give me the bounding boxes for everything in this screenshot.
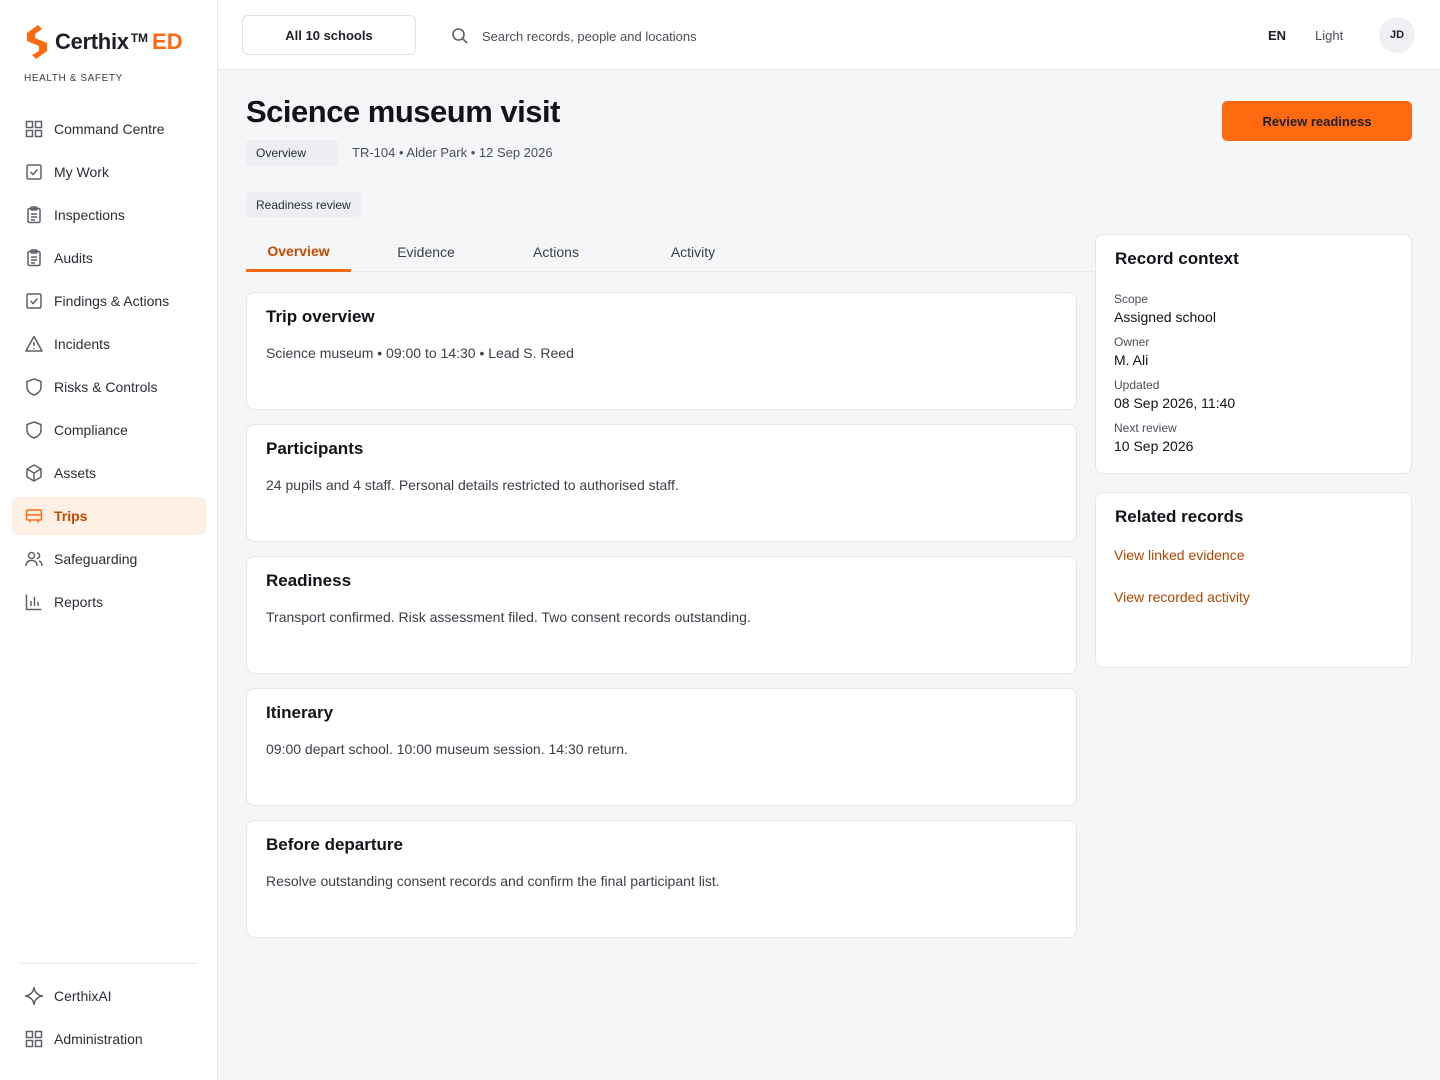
sidebar-item-label: Safeguarding (54, 551, 138, 567)
readiness-card: Readiness Transport confirmed. Risk asse… (246, 556, 1077, 674)
sidebar-item-label: Inspections (54, 207, 125, 223)
sidebar-item-risks-controls[interactable]: Risks & Controls (12, 368, 206, 406)
tab-overview[interactable]: Overview (246, 232, 351, 272)
card-title: Readiness (266, 571, 352, 590)
itinerary-card: Itinerary 09:00 depart school. 10:00 mus… (246, 688, 1077, 806)
clipboard-icon (27, 206, 41, 224)
search-icon (452, 28, 468, 44)
tab-activity[interactable]: Activity (651, 232, 735, 272)
tab-evidence[interactable]: Evidence (381, 232, 471, 272)
sidebar-item-administration[interactable]: Administration (12, 1020, 206, 1058)
context-value-scope: Assigned school (1114, 309, 1216, 325)
clipboard-icon (27, 249, 41, 267)
sidebar-item-label: Incidents (54, 336, 111, 352)
sidebar-item-safeguarding[interactable]: Safeguarding (12, 540, 206, 578)
global-search (450, 22, 850, 50)
users-icon (25, 551, 43, 567)
checkbox-icon (26, 164, 42, 180)
sidebar-item-label: Administration (54, 1031, 143, 1047)
sidebar-item-label: Risks & Controls (54, 379, 158, 395)
context-value-updated: 08 Sep 2026, 11:40 (1114, 395, 1236, 411)
avatar[interactable]: JD (1379, 17, 1415, 53)
sidebar-nav: Command Centre My Work Inspections Audit… (12, 110, 206, 626)
sidebar-item-assets[interactable]: Assets (12, 454, 206, 492)
record-context-panel: Record context Scope Assigned school Own… (1095, 234, 1412, 474)
card-body: Transport confirmed. Risk assessment fil… (266, 609, 751, 625)
record-tabs: Overview Evidence Actions Activity (246, 232, 1094, 272)
card-title: Trip overview (266, 307, 375, 326)
sidebar-item-label: Findings & Actions (54, 293, 170, 309)
record-meta: TR-104 • Alder Park • 12 Sep 2026 (352, 145, 553, 160)
search-input[interactable] (482, 28, 842, 44)
tab-actions[interactable]: Actions (516, 232, 596, 272)
before-departure-card: Before departure Resolve outstanding con… (246, 820, 1077, 938)
sidebar-item-incidents[interactable]: Incidents (12, 325, 206, 363)
school-selector[interactable]: All 10 schools (242, 15, 416, 55)
context-label-updated: Updated (1114, 378, 1160, 392)
context-label-owner: Owner (1114, 335, 1150, 349)
panel-title: Record context (1115, 249, 1239, 268)
bus-icon (25, 509, 43, 523)
breadcrumb[interactable]: Overview (246, 140, 338, 166)
related-records-panel: Related records View linked evidence Vie… (1095, 492, 1412, 668)
card-title: Before departure (266, 835, 403, 854)
context-value-owner: M. Ali (1114, 352, 1149, 368)
sidebar-item-trips[interactable]: Trips (12, 497, 206, 535)
checkbox-icon (26, 293, 42, 309)
brand-mark-icon (27, 25, 47, 59)
brand-trademark: TM (130, 31, 149, 45)
page-title: Science museum visit (246, 94, 560, 129)
sidebar-item-label: Compliance (54, 422, 128, 438)
brand-suffix: ED (152, 29, 183, 54)
context-value-next-review: 10 Sep 2026 (1114, 438, 1194, 454)
sidebar-item-label: Audits (54, 250, 93, 266)
card-body: 09:00 depart school. 10:00 museum sessio… (266, 741, 628, 757)
context-label-next-review: Next review (1114, 421, 1177, 435)
brand-tagline: HEALTH & SAFETY (24, 73, 123, 84)
brand-logo[interactable]: Certhix TM ED (24, 24, 183, 60)
status-badge: Readiness review (246, 192, 361, 217)
sidebar: Certhix TM ED HEALTH & SAFETY Command Ce… (0, 0, 218, 1080)
shield-icon (26, 421, 42, 439)
card-body: Resolve outstanding consent records and … (266, 873, 720, 889)
sidebar-item-label: Assets (54, 465, 97, 481)
sidebar-item-audits[interactable]: Audits (12, 239, 206, 277)
card-title: Itinerary (266, 703, 334, 722)
sidebar-item-label: Trips (54, 508, 88, 524)
sidebar-item-label: Command Centre (54, 121, 165, 137)
card-body: Science museum • 09:00 to 14:30 • Lead S… (266, 345, 574, 361)
sidebar-item-label: CerthixAI (54, 988, 112, 1004)
panel-title: Related records (1115, 507, 1244, 526)
participants-card: Participants 24 pupils and 4 staff. Pers… (246, 424, 1077, 542)
sidebar-item-reports[interactable]: Reports (12, 583, 206, 621)
sidebar-divider (20, 963, 198, 964)
card-body: 24 pupils and 4 staff. Personal details … (266, 477, 679, 493)
view-linked-evidence-link[interactable]: View linked evidence (1114, 547, 1245, 563)
brand-name: Certhix (55, 29, 129, 54)
sidebar-item-certhixai[interactable]: CerthixAI (12, 977, 206, 1015)
grid-icon (25, 1030, 43, 1048)
bar-chart-icon (25, 594, 42, 611)
card-title: Participants (266, 439, 364, 458)
context-label-scope: Scope (1114, 292, 1149, 306)
sidebar-item-command-centre[interactable]: Command Centre (12, 110, 206, 148)
sidebar-item-inspections[interactable]: Inspections (12, 196, 206, 234)
theme-toggle[interactable]: Light (1315, 28, 1343, 43)
trip-overview-card: Trip overview Science museum • 09:00 to … (246, 292, 1077, 410)
sidebar-item-compliance[interactable]: Compliance (12, 411, 206, 449)
sidebar-item-label: Reports (54, 594, 104, 610)
cube-icon (26, 464, 42, 482)
review-readiness-button[interactable]: Review readiness (1222, 101, 1412, 141)
view-recorded-activity-link[interactable]: View recorded activity (1114, 589, 1250, 605)
warning-icon (25, 335, 43, 352)
sidebar-item-label: My Work (54, 164, 109, 180)
grid-icon (25, 120, 43, 138)
top-bar: All 10 schools EN Light JD (218, 0, 1440, 70)
sparkle-icon (24, 986, 44, 1006)
sidebar-bottom-nav: CerthixAI Administration (12, 977, 206, 1063)
sidebar-item-findings-actions[interactable]: Findings & Actions (12, 282, 206, 320)
sidebar-item-my-work[interactable]: My Work (12, 153, 206, 191)
language-toggle[interactable]: EN (1268, 28, 1286, 43)
shield-icon (26, 378, 42, 396)
